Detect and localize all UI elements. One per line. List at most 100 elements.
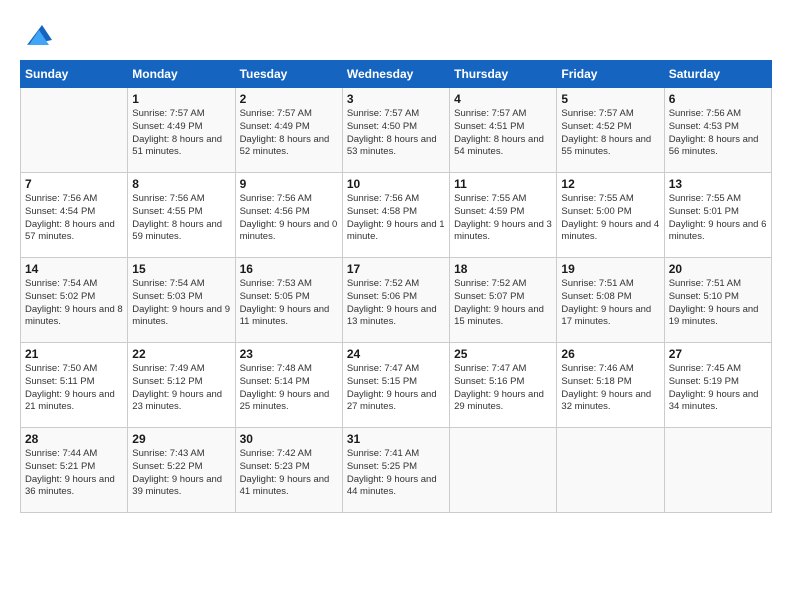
day-info: Sunrise: 7:47 AMSunset: 5:15 PMDaylight:… (347, 363, 445, 414)
day-info: Sunrise: 7:52 AMSunset: 5:06 PMDaylight:… (347, 278, 445, 329)
calendar-header-tuesday: Tuesday (235, 61, 342, 88)
calendar-cell: 7Sunrise: 7:56 AMSunset: 4:54 PMDaylight… (21, 173, 128, 258)
calendar-cell: 20 Sunrise: 7:51 AMSunset: 5:10 PMDayligh… (664, 258, 771, 343)
day-number: 14 (25, 262, 123, 276)
calendar-cell: 17 Sunrise: 7:52 AMSunset: 5:06 PMDayligh… (342, 258, 449, 343)
day-info: Sunrise: 7:54 AMSunset: 5:02 PMDaylight:… (25, 278, 123, 329)
calendar-cell: 28 Sunrise: 7:44 AMSunset: 5:21 PMDayligh… (21, 428, 128, 513)
calendar-cell (450, 428, 557, 513)
day-info: Sunrise: 7:51 AMSunset: 5:08 PMDaylight:… (561, 278, 659, 329)
day-info: Sunrise: 7:57 AMSunset: 4:50 PMDaylight:… (347, 108, 445, 159)
day-info: Sunrise: 7:46 AMSunset: 5:18 PMDaylight:… (561, 363, 659, 414)
day-info: Sunrise: 7:55 AMSunset: 5:01 PMDaylight:… (669, 193, 767, 244)
calendar-cell (21, 88, 128, 173)
day-info: Sunrise: 7:45 AMSunset: 5:19 PMDaylight:… (669, 363, 767, 414)
day-info: Sunrise: 7:49 AMSunset: 5:12 PMDaylight:… (132, 363, 230, 414)
day-number: 19 (561, 262, 659, 276)
day-info: Sunrise: 7:44 AMSunset: 5:21 PMDaylight:… (25, 448, 123, 499)
day-number: 30 (240, 432, 338, 446)
day-number: 27 (669, 347, 767, 361)
page-header (20, 20, 772, 50)
calendar-cell: 12 Sunrise: 7:55 AMSunset: 5:00 PMDayligh… (557, 173, 664, 258)
calendar-cell: 10Sunrise: 7:56 AMSunset: 4:58 PMDayligh… (342, 173, 449, 258)
day-number: 29 (132, 432, 230, 446)
calendar-cell: 23 Sunrise: 7:48 AMSunset: 5:14 PMDayligh… (235, 343, 342, 428)
day-number: 25 (454, 347, 552, 361)
day-number: 22 (132, 347, 230, 361)
calendar-cell: 1 Sunrise: 7:57 AMSunset: 4:49 PMDaylight… (128, 88, 235, 173)
day-info: Sunrise: 7:57 AMSunset: 4:51 PMDaylight:… (454, 108, 552, 159)
day-number: 3 (347, 92, 445, 106)
calendar-cell: 11 Sunrise: 7:55 AMSunset: 4:59 PMDayligh… (450, 173, 557, 258)
calendar-header-monday: Monday (128, 61, 235, 88)
calendar-cell (664, 428, 771, 513)
calendar-cell: 26 Sunrise: 7:46 AMSunset: 5:18 PMDayligh… (557, 343, 664, 428)
day-info: Sunrise: 7:56 AMSunset: 4:56 PMDaylight:… (240, 193, 338, 244)
calendar-cell (557, 428, 664, 513)
day-number: 6 (669, 92, 767, 106)
calendar-cell: 5 Sunrise: 7:57 AMSunset: 4:52 PMDaylight… (557, 88, 664, 173)
calendar-cell: 27 Sunrise: 7:45 AMSunset: 5:19 PMDayligh… (664, 343, 771, 428)
day-info: Sunrise: 7:51 AMSunset: 5:10 PMDaylight:… (669, 278, 767, 329)
calendar-cell: 25 Sunrise: 7:47 AMSunset: 5:16 PMDayligh… (450, 343, 557, 428)
day-info: Sunrise: 7:41 AMSunset: 5:25 PMDaylight:… (347, 448, 445, 499)
calendar-cell: 19 Sunrise: 7:51 AMSunset: 5:08 PMDayligh… (557, 258, 664, 343)
day-number: 21 (25, 347, 123, 361)
calendar-cell: 29 Sunrise: 7:43 AMSunset: 5:22 PMDayligh… (128, 428, 235, 513)
day-number: 17 (347, 262, 445, 276)
day-info: Sunrise: 7:57 AMSunset: 4:52 PMDaylight:… (561, 108, 659, 159)
day-info: Sunrise: 7:57 AMSunset: 4:49 PMDaylight:… (240, 108, 338, 159)
calendar-header-friday: Friday (557, 61, 664, 88)
day-info: Sunrise: 7:43 AMSunset: 5:22 PMDaylight:… (132, 448, 230, 499)
day-number: 18 (454, 262, 552, 276)
calendar-cell: 16 Sunrise: 7:53 AMSunset: 5:05 PMDayligh… (235, 258, 342, 343)
day-number: 26 (561, 347, 659, 361)
day-info: Sunrise: 7:56 AMSunset: 4:54 PMDaylight:… (25, 193, 123, 244)
day-number: 13 (669, 177, 767, 191)
calendar-cell: 15Sunrise: 7:54 AMSunset: 5:03 PMDayligh… (128, 258, 235, 343)
day-info: Sunrise: 7:54 AMSunset: 5:03 PMDaylight:… (132, 278, 230, 329)
calendar-header-sunday: Sunday (21, 61, 128, 88)
calendar-cell: 3 Sunrise: 7:57 AMSunset: 4:50 PMDaylight… (342, 88, 449, 173)
day-info: Sunrise: 7:48 AMSunset: 5:14 PMDaylight:… (240, 363, 338, 414)
calendar-cell: 31 Sunrise: 7:41 AMSunset: 5:25 PMDayligh… (342, 428, 449, 513)
day-number: 12 (561, 177, 659, 191)
logo (20, 20, 52, 50)
day-info: Sunrise: 7:55 AMSunset: 5:00 PMDaylight:… (561, 193, 659, 244)
calendar-cell: 18 Sunrise: 7:52 AMSunset: 5:07 PMDayligh… (450, 258, 557, 343)
day-info: Sunrise: 7:56 AMSunset: 4:55 PMDaylight:… (132, 193, 230, 244)
day-number: 9 (240, 177, 338, 191)
day-number: 20 (669, 262, 767, 276)
day-number: 5 (561, 92, 659, 106)
calendar-cell: 21 Sunrise: 7:50 AMSunset: 5:11 PMDayligh… (21, 343, 128, 428)
day-number: 10 (347, 177, 445, 191)
calendar-cell: 30Sunrise: 7:42 AMSunset: 5:23 PMDayligh… (235, 428, 342, 513)
day-number: 11 (454, 177, 552, 191)
calendar-cell: 8 Sunrise: 7:56 AMSunset: 4:55 PMDaylight… (128, 173, 235, 258)
calendar-cell: 22 Sunrise: 7:49 AMSunset: 5:12 PMDayligh… (128, 343, 235, 428)
day-info: Sunrise: 7:47 AMSunset: 5:16 PMDaylight:… (454, 363, 552, 414)
day-info: Sunrise: 7:57 AMSunset: 4:49 PMDaylight:… (132, 108, 230, 159)
day-number: 8 (132, 177, 230, 191)
day-number: 16 (240, 262, 338, 276)
day-info: Sunrise: 7:56 AMSunset: 4:53 PMDaylight:… (669, 108, 767, 159)
day-number: 2 (240, 92, 338, 106)
day-number: 1 (132, 92, 230, 106)
calendar-table: SundayMondayTuesdayWednesdayThursdayFrid… (20, 60, 772, 513)
day-number: 28 (25, 432, 123, 446)
calendar-cell: 4Sunrise: 7:57 AMSunset: 4:51 PMDaylight… (450, 88, 557, 173)
day-info: Sunrise: 7:50 AMSunset: 5:11 PMDaylight:… (25, 363, 123, 414)
day-info: Sunrise: 7:53 AMSunset: 5:05 PMDaylight:… (240, 278, 338, 329)
day-number: 23 (240, 347, 338, 361)
day-info: Sunrise: 7:55 AMSunset: 4:59 PMDaylight:… (454, 193, 552, 244)
calendar-cell: 9 Sunrise: 7:56 AMSunset: 4:56 PMDaylight… (235, 173, 342, 258)
day-info: Sunrise: 7:52 AMSunset: 5:07 PMDaylight:… (454, 278, 552, 329)
day-number: 31 (347, 432, 445, 446)
calendar-cell: 14 Sunrise: 7:54 AMSunset: 5:02 PMDayligh… (21, 258, 128, 343)
day-number: 24 (347, 347, 445, 361)
calendar-cell: 24 Sunrise: 7:47 AMSunset: 5:15 PMDayligh… (342, 343, 449, 428)
calendar-header-thursday: Thursday (450, 61, 557, 88)
calendar-cell: 2 Sunrise: 7:57 AMSunset: 4:49 PMDaylight… (235, 88, 342, 173)
calendar-cell: 6 Sunrise: 7:56 AMSunset: 4:53 PMDaylight… (664, 88, 771, 173)
calendar-header: SundayMondayTuesdayWednesdayThursdayFrid… (21, 61, 772, 88)
